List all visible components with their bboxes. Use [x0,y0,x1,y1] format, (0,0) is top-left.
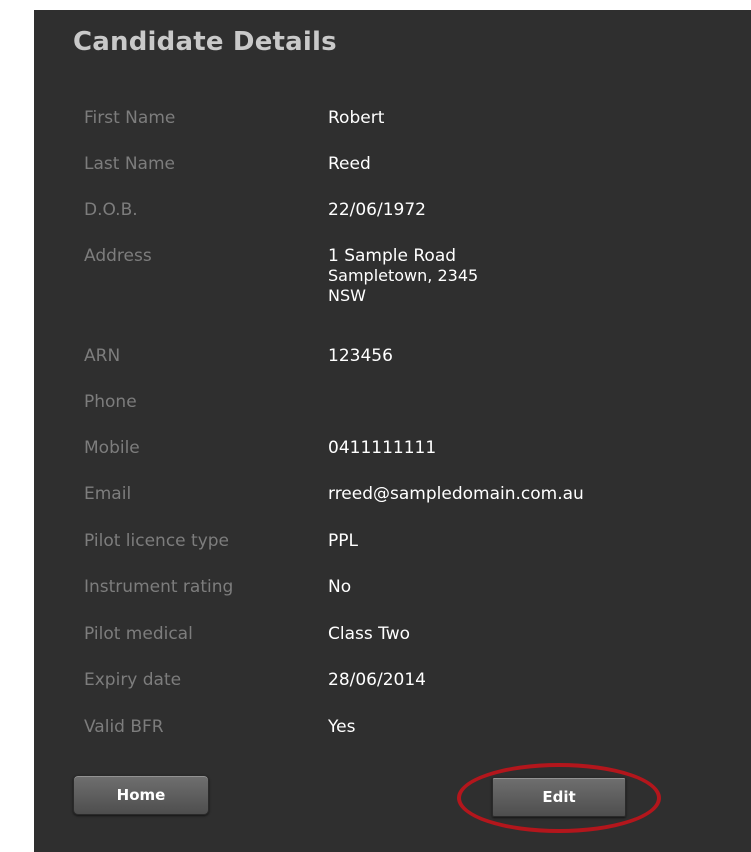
detail-label: Pilot licence type [84,531,230,551]
detail-row: ARN 123456 [84,346,704,392]
detail-row: Expiry date 28/06/2014 [84,670,704,717]
detail-label: Address [84,246,152,266]
detail-value: 0411111111 [328,438,704,458]
detail-value: Robert [328,108,704,128]
detail-value-line: Robert [328,108,385,128]
detail-row: D.O.B. 22/06/1972 [84,200,704,246]
detail-label: Valid BFR [84,717,164,737]
detail-label: Phone [84,392,137,412]
detail-value-line: NSW [328,286,366,305]
detail-label: ARN [84,346,121,366]
detail-value-line: 0411111111 [328,438,437,458]
detail-row: Pilot medical Class Two [84,624,704,670]
detail-label: Expiry date [84,670,182,690]
detail-row: Instrument rating No [84,577,704,624]
detail-value: 22/06/1972 [328,200,704,220]
detail-label: Last Name [84,154,175,174]
detail-value-line: rreed@sampledomain.com.au [328,484,584,504]
detail-label: Pilot medical [84,624,193,644]
details-list: First Name Robert Last Name Reed D.O.B. 22/06… [84,108,704,763]
home-button[interactable]: Home [73,775,209,815]
detail-label: Instrument rating [84,577,234,597]
detail-label: D.O.B. [84,200,138,220]
page-title: Candidate Details [73,27,337,57]
detail-value-line: 123456 [328,346,393,366]
detail-value: 28/06/2014 [328,670,704,690]
detail-value-line: No [328,577,352,597]
detail-label: First Name [84,108,176,128]
detail-value-line: Sampletown, 2345 [328,266,479,285]
detail-value-line: Reed [328,154,371,174]
detail-value: rreed@sampledomain.com.au [328,484,704,504]
detail-value-line: Yes [328,717,356,737]
detail-value-line: Class Two [328,624,411,644]
home-button-label: Home [116,786,166,804]
detail-row: Email rreed@sampledomain.com.au [84,484,704,531]
page-background: Candidate Details First Name Robert Last N… [0,0,751,852]
detail-value-line: 28/06/2014 [328,670,426,690]
detail-value: 1 Sample Road Sampletown, 2345 NSW [328,246,704,306]
edit-button-label: Edit [542,788,576,806]
detail-value-line: PPL [328,531,358,551]
detail-value-line: 1 Sample Road [328,246,457,266]
detail-value-line: 22/06/1972 [328,200,426,220]
detail-row: Mobile 0411111111 [84,438,704,484]
detail-value: Reed [328,154,704,174]
detail-row: First Name Robert [84,108,704,154]
detail-row: Pilot licence type PPL [84,531,704,577]
detail-row: Address 1 Sample Road Sampletown, 2345 NSW [84,246,704,346]
detail-value: PPL [328,531,704,551]
detail-value: Yes [328,717,704,737]
detail-value: Class Two [328,624,704,644]
detail-value: No [328,577,704,597]
detail-row: Last Name Reed [84,154,704,200]
detail-label: Email [84,484,132,504]
detail-label: Mobile [84,438,140,458]
detail-value: 123456 [328,346,704,366]
detail-row: Valid BFR Yes [84,717,704,763]
detail-row: Phone [84,392,704,438]
edit-button[interactable]: Edit [492,777,626,817]
